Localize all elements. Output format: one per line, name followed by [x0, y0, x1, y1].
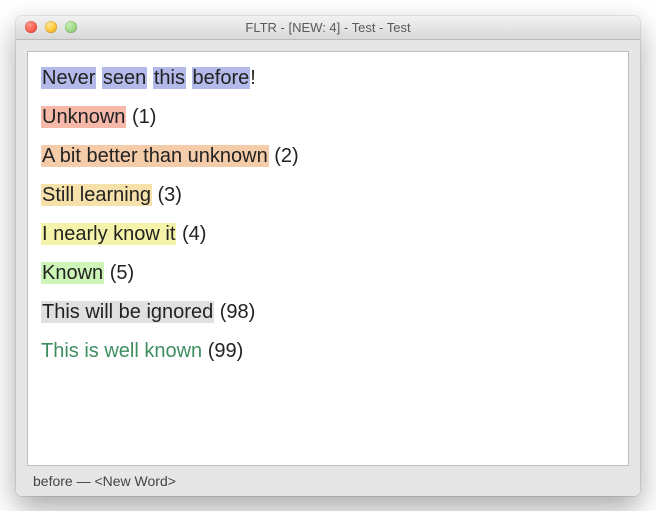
word[interactable]: I nearly know it: [41, 223, 176, 245]
minimize-icon[interactable]: [45, 21, 57, 33]
word[interactable]: Unknown: [41, 106, 126, 128]
word[interactable]: A bit better than unknown: [41, 145, 269, 167]
text-line: This will be ignored (98): [41, 299, 615, 326]
text-line: Never seen this before!: [41, 65, 615, 92]
text-line: Still learning (3): [41, 182, 615, 209]
word[interactable]: before: [192, 67, 251, 89]
text-segment: !: [250, 67, 256, 89]
text-line: This is well known (99): [41, 338, 615, 365]
text-line: Known (5): [41, 260, 615, 287]
text-line: Unknown (1): [41, 104, 615, 131]
titlebar[interactable]: FLTR - [NEW: 4] - Test - Test: [16, 16, 640, 40]
text-segment: (4): [176, 223, 206, 245]
word[interactable]: Known: [41, 262, 104, 284]
status-bar: before — <New Word>: [27, 466, 629, 496]
word[interactable]: Still learning: [41, 184, 152, 206]
text-segment: (5): [104, 262, 134, 284]
close-icon[interactable]: [25, 21, 37, 33]
word[interactable]: This is well known: [41, 340, 202, 362]
word[interactable]: this: [153, 67, 186, 89]
window-title: FLTR - [NEW: 4] - Test - Test: [16, 20, 640, 35]
text-segment: (3): [152, 184, 182, 206]
text-line: A bit better than unknown (2): [41, 143, 615, 170]
app-window: FLTR - [NEW: 4] - Test - Test Never seen…: [16, 16, 640, 496]
word[interactable]: This will be ignored: [41, 301, 214, 323]
text-segment: (98): [214, 301, 255, 323]
text-pane[interactable]: Never seen this before! Unknown (1) A bit …: [27, 51, 629, 466]
text-segment: (1): [126, 106, 156, 128]
zoom-icon[interactable]: [65, 21, 77, 33]
text-segment: (2): [269, 145, 299, 167]
text-line: I nearly know it (4): [41, 221, 615, 248]
word[interactable]: seen: [102, 67, 147, 89]
text-segment: [186, 67, 192, 89]
status-text: before — <New Word>: [33, 473, 176, 489]
text-segment: (99): [202, 340, 243, 362]
word[interactable]: Never: [41, 67, 96, 89]
